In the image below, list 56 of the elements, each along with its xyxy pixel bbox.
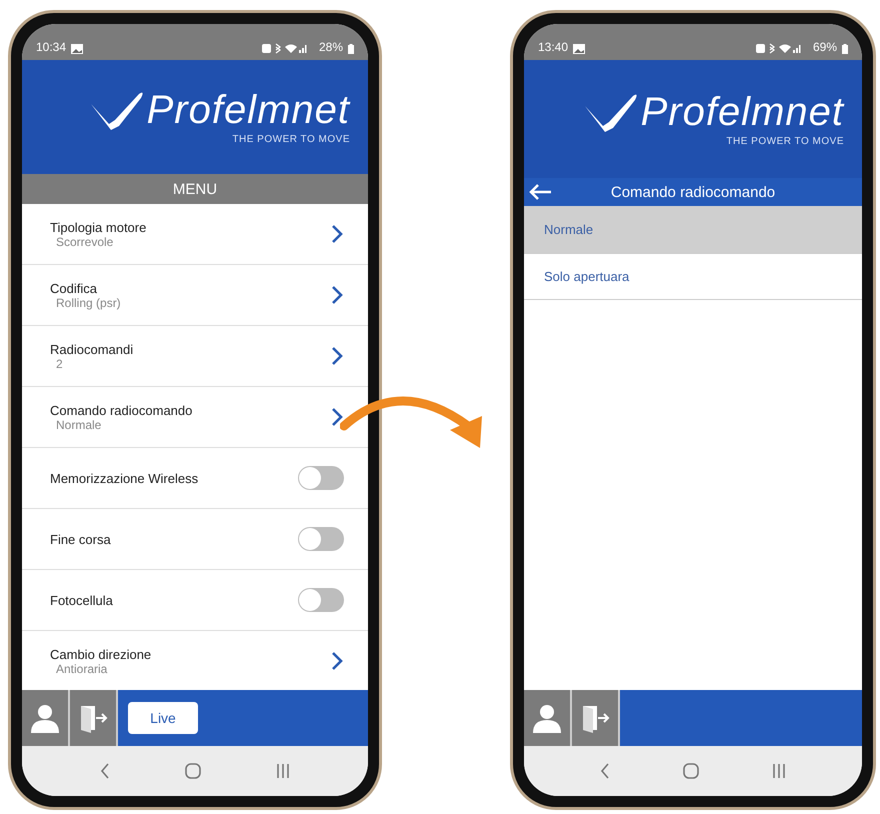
item-value: Rolling (psr) <box>56 296 121 310</box>
chevron-right-icon <box>330 346 344 366</box>
menu-item[interactable]: Tipologia motore Scorrevole <box>22 204 368 265</box>
menu-item[interactable]: Comando radiocomando Normale <box>22 387 368 448</box>
recent-apps-icon[interactable] <box>275 763 292 779</box>
user-button[interactable] <box>524 690 572 746</box>
item-label: Memorizzazione Wireless <box>50 470 198 486</box>
chevron-right-icon <box>330 407 344 427</box>
item-label: Fotocellula <box>50 592 113 608</box>
toggle-switch[interactable] <box>298 466 344 490</box>
item-label: Tipologia motore <box>50 220 146 234</box>
status-time: 13:40 <box>538 40 568 54</box>
battery-icon <box>842 44 848 54</box>
exit-button[interactable] <box>572 690 620 746</box>
exit-door-icon <box>78 703 108 733</box>
page-title: Comando radiocomando <box>610 184 776 200</box>
item-label: Cambio direzione <box>50 646 152 662</box>
picture-icon <box>573 44 586 54</box>
exit-door-icon <box>580 703 610 733</box>
item-value: Antioraria <box>56 662 108 676</box>
user-icon <box>532 703 562 733</box>
logo-wordmark: Profelmnet <box>146 90 350 130</box>
logo-wordmark: Profelmnet <box>640 92 844 132</box>
home-nav-icon[interactable] <box>682 762 700 780</box>
item-label: Comando radiocomando <box>50 402 192 418</box>
item-value: Normale <box>56 418 102 432</box>
back-arrow-icon[interactable] <box>528 183 552 201</box>
option-item[interactable]: Normale <box>524 206 862 254</box>
user-icon <box>30 703 60 733</box>
exit-button[interactable] <box>70 690 118 746</box>
picture-icon <box>71 44 84 54</box>
item-value: 2 <box>56 356 64 370</box>
live-button[interactable]: Live <box>128 702 198 734</box>
battery-percent: 69% <box>812 40 837 54</box>
item-label: Codifica <box>50 280 98 296</box>
item-label: Radiocomandi <box>50 342 134 356</box>
recent-apps-icon[interactable] <box>770 763 787 779</box>
user-button[interactable] <box>22 690 70 746</box>
home-nav-icon[interactable] <box>184 762 202 780</box>
chevron-right-icon <box>330 224 344 244</box>
chevron-right-icon <box>330 285 344 305</box>
toggle-switch[interactable] <box>298 588 344 612</box>
item-label: Fine corsa <box>50 532 111 546</box>
toggle-switch[interactable] <box>298 527 344 551</box>
logo-tagline: THE POWER TO MOVE <box>232 134 350 144</box>
battery-icon <box>348 44 354 54</box>
battery-percent: 28% <box>318 40 343 54</box>
menu-item[interactable]: Radiocomandi 2 <box>22 326 368 387</box>
logo-tagline: THE POWER TO MOVE <box>726 136 844 146</box>
menu-header: MENU <box>22 174 368 204</box>
back-nav-icon[interactable] <box>599 762 612 780</box>
menu-item[interactable]: Codifica Rolling (psr) <box>22 265 368 326</box>
item-value: Scorrevole <box>56 234 114 248</box>
chevron-right-icon <box>330 651 344 671</box>
status-time: 10:34 <box>36 40 66 54</box>
back-nav-icon[interactable] <box>98 762 111 780</box>
